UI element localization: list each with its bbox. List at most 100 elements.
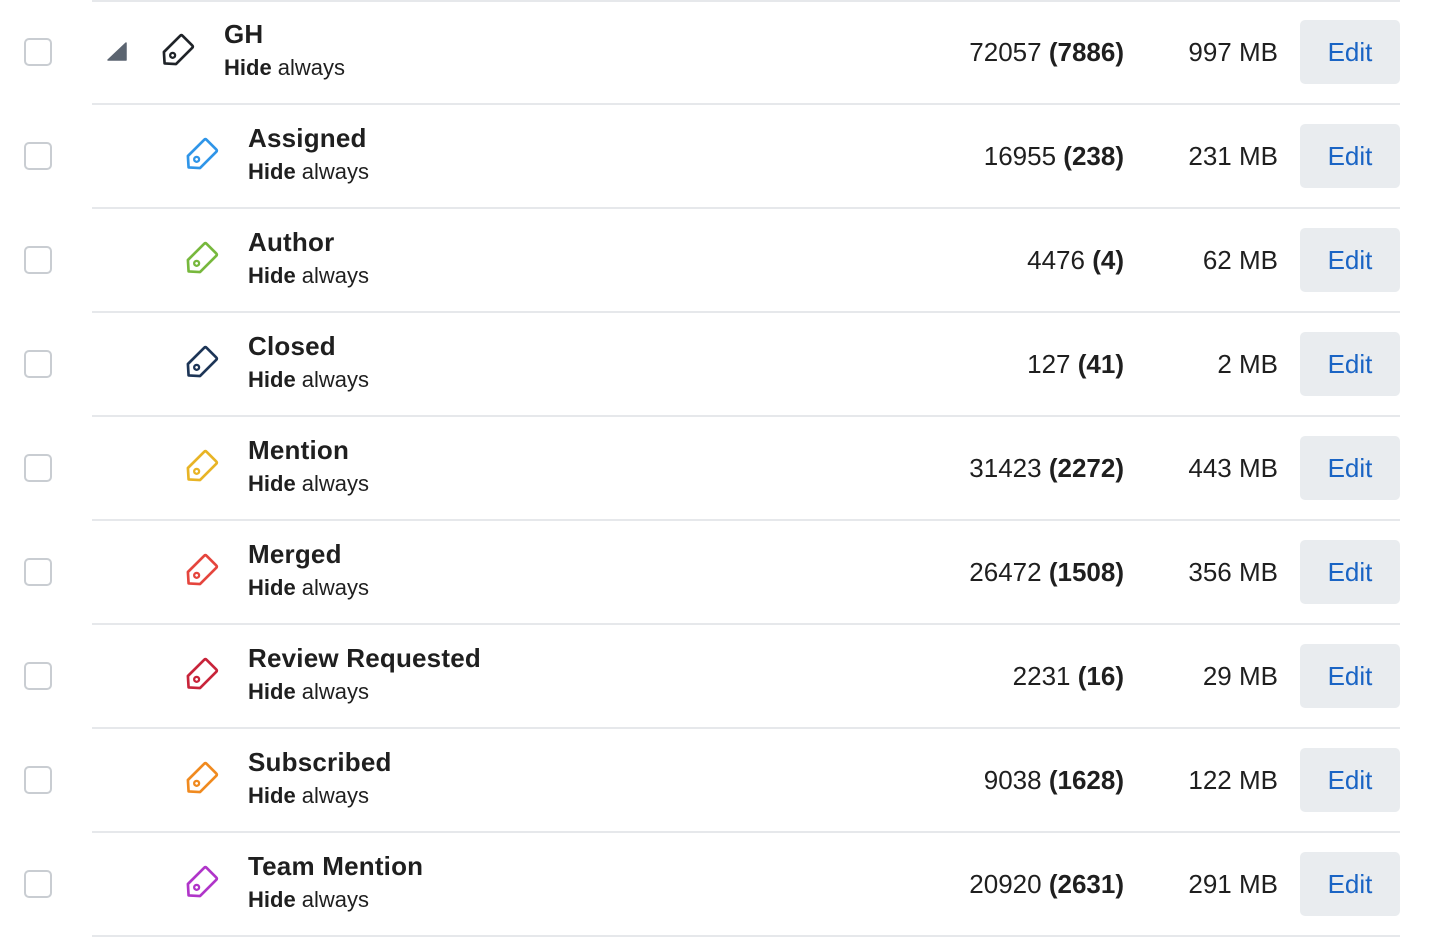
edit-button[interactable]: Edit xyxy=(1300,228,1400,292)
label-row: Author Hide always 4476 (4) 62 MB Edit xyxy=(0,208,1436,313)
tag-outline-icon xyxy=(181,241,219,279)
row-select-checkbox[interactable] xyxy=(24,558,52,586)
visibility-mode: Hide xyxy=(248,575,296,600)
label-row: Team Mention Hide always 20920 (2631) 291 M… xyxy=(0,832,1436,937)
unread-count: (16) xyxy=(1077,661,1124,691)
label-name: Subscribed xyxy=(248,747,392,777)
row-divider xyxy=(92,0,1400,2)
triangle-collapse-icon[interactable] xyxy=(106,40,128,62)
visibility-mode: Hide xyxy=(248,159,296,184)
visibility-detail: always xyxy=(295,471,370,496)
tag-outline-icon xyxy=(157,33,195,71)
unread-count: (1628) xyxy=(1048,765,1124,795)
edit-button[interactable]: Edit xyxy=(1300,644,1400,708)
total-count: 4476 xyxy=(1027,245,1085,275)
label-size: 2 MB xyxy=(1217,349,1278,379)
total-count: 31423 xyxy=(969,453,1042,483)
label-row: GH Hide always 72057 (7886) 997 MB Edit xyxy=(0,0,1436,105)
tag-outline-icon xyxy=(181,865,219,903)
tag-outline-icon xyxy=(181,137,219,175)
total-count: 9038 xyxy=(983,765,1042,795)
label-text: Author Hide always xyxy=(248,227,369,291)
label-text: Closed Hide always xyxy=(248,331,369,395)
message-count: 31423 (2272) xyxy=(969,453,1124,483)
edit-button[interactable]: Edit xyxy=(1300,332,1400,396)
visibility-detail: always xyxy=(295,263,370,288)
label-text: Review Requested Hide always xyxy=(248,643,481,707)
label-name: Review Requested xyxy=(248,643,481,673)
label-size: 29 MB xyxy=(1202,661,1278,691)
total-count: 2231 xyxy=(1012,661,1071,691)
total-count: 72057 xyxy=(969,37,1042,67)
label-visibility: Hide always xyxy=(248,261,369,291)
edit-button[interactable]: Edit xyxy=(1300,540,1400,604)
edit-button[interactable]: Edit xyxy=(1300,748,1400,812)
total-count: 20920 xyxy=(969,869,1042,899)
visibility-mode: Hide xyxy=(248,783,296,808)
visibility-detail: always xyxy=(295,887,370,912)
label-size: 356 MB xyxy=(1188,557,1278,587)
label-visibility: Hide always xyxy=(248,885,423,915)
visibility-mode: Hide xyxy=(248,471,296,496)
visibility-detail: always xyxy=(295,367,370,392)
total-count: 26472 xyxy=(969,557,1042,587)
message-count: 127 (41) xyxy=(1027,349,1124,379)
row-divider xyxy=(92,935,1400,937)
visibility-detail: always xyxy=(271,55,346,80)
label-name: Merged xyxy=(248,539,342,569)
unread-count: (2272) xyxy=(1048,453,1124,483)
message-count: 9038 (1628) xyxy=(984,765,1124,795)
unread-count: (7886) xyxy=(1048,37,1124,67)
message-count: 2231 (16) xyxy=(1013,661,1124,691)
visibility-mode: Hide xyxy=(248,679,296,704)
label-size: 62 MB xyxy=(1202,245,1278,275)
label-visibility: Hide always xyxy=(248,781,392,811)
row-select-checkbox[interactable] xyxy=(24,350,52,378)
tag-outline-icon xyxy=(181,345,219,383)
visibility-detail: always xyxy=(295,575,370,600)
label-name: Team Mention xyxy=(248,851,424,881)
tag-outline-icon xyxy=(181,553,219,591)
message-count: 72057 (7886) xyxy=(969,37,1124,67)
label-visibility: Hide always xyxy=(224,53,345,83)
row-select-checkbox[interactable] xyxy=(24,454,52,482)
unread-count: (41) xyxy=(1077,349,1124,379)
label-text: Team Mention Hide always xyxy=(248,851,423,915)
label-row: Assigned Hide always 16955 (238) 231 MB Edit xyxy=(0,104,1436,209)
row-select-checkbox[interactable] xyxy=(24,246,52,274)
tag-outline-icon xyxy=(181,657,219,695)
label-row: Review Requested Hide always 2231 (16) 29 M… xyxy=(0,624,1436,729)
label-size: 997 MB xyxy=(1188,37,1278,67)
row-select-checkbox[interactable] xyxy=(24,142,52,170)
edit-button[interactable]: Edit xyxy=(1300,436,1400,500)
label-visibility: Hide always xyxy=(248,573,369,603)
unread-count: (1508) xyxy=(1048,557,1124,587)
edit-button[interactable]: Edit xyxy=(1300,852,1400,916)
row-select-checkbox[interactable] xyxy=(24,662,52,690)
label-size: 122 MB xyxy=(1188,765,1278,795)
label-row: Closed Hide always 127 (41) 2 MB Edit xyxy=(0,312,1436,417)
unread-count: (4) xyxy=(1092,245,1124,275)
message-count: 26472 (1508) xyxy=(969,557,1124,587)
label-visibility: Hide always xyxy=(248,365,369,395)
label-text: Subscribed Hide always xyxy=(248,747,392,811)
label-visibility: Hide always xyxy=(248,677,481,707)
label-name: Closed xyxy=(248,331,336,361)
row-select-checkbox[interactable] xyxy=(24,870,52,898)
label-name: GH xyxy=(224,19,264,49)
total-count: 16955 xyxy=(983,141,1057,171)
row-select-checkbox[interactable] xyxy=(24,766,52,794)
edit-button[interactable]: Edit xyxy=(1300,124,1400,188)
label-text: GH Hide always xyxy=(224,19,345,83)
visibility-detail: always xyxy=(295,679,370,704)
label-list: GH Hide always 72057 (7886) 997 MB Edit Assig… xyxy=(0,0,1436,938)
label-name: Mention xyxy=(248,435,350,465)
visibility-detail: always xyxy=(295,159,370,184)
visibility-detail: always xyxy=(295,783,370,808)
edit-button[interactable]: Edit xyxy=(1300,20,1400,84)
label-size: 443 MB xyxy=(1188,453,1278,483)
row-select-checkbox[interactable] xyxy=(24,38,52,66)
label-visibility: Hide always xyxy=(248,469,369,499)
unread-count: (238) xyxy=(1063,141,1124,171)
unread-count: (2631) xyxy=(1048,869,1124,899)
